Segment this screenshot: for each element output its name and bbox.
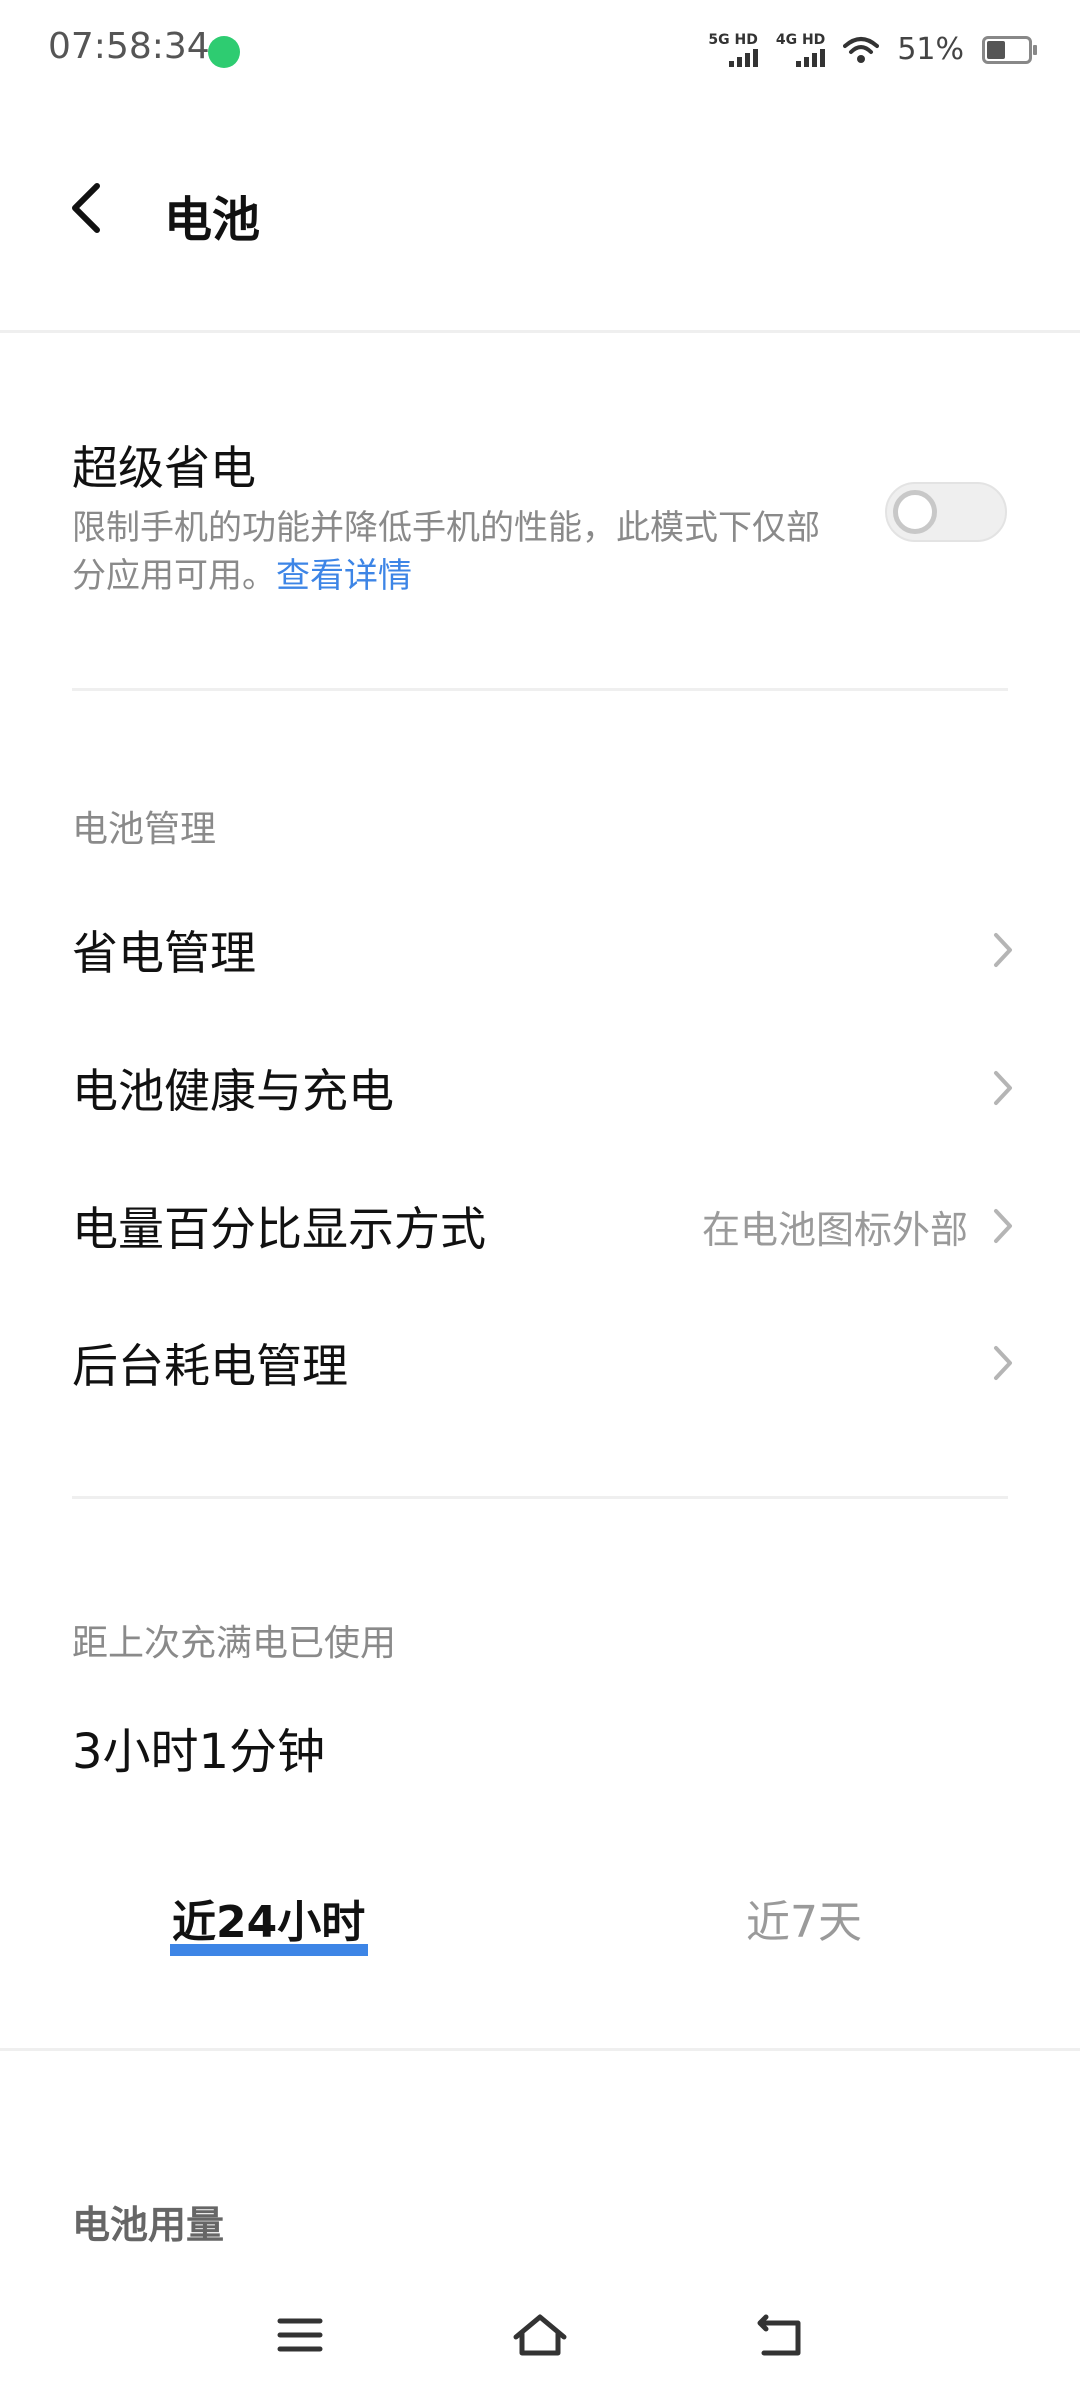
list-item-label: 后台耗电管理 xyxy=(72,1339,348,1393)
section-divider xyxy=(72,688,1008,691)
list-item-label: 省电管理 xyxy=(72,926,256,980)
tab-24-hours[interactable]: 近24小时 xyxy=(172,1886,365,1950)
sim1-signal: 5G HD xyxy=(708,31,758,67)
home-icon xyxy=(513,2314,567,2356)
back-icon xyxy=(757,2314,801,2356)
sim1-network-label: 5G HD xyxy=(708,31,758,48)
tabs-divider xyxy=(0,2048,1080,2051)
signal-bars-icon xyxy=(796,48,826,67)
usage-header: 距上次充满电已使用 xyxy=(72,1623,397,1664)
battery-icon xyxy=(982,35,1037,64)
section-divider xyxy=(72,1496,1008,1499)
battery-usage-title: 电池用量 xyxy=(72,2203,225,2247)
chevron-right-icon xyxy=(988,930,1018,970)
active-tab-indicator xyxy=(170,1944,368,1956)
page-title: 电池 xyxy=(164,192,261,248)
list-item-background-power[interactable]: 后台耗电管理 xyxy=(0,1298,1080,1428)
menu-icon xyxy=(277,2318,323,2352)
super-saver-title: 超级省电 xyxy=(72,441,256,495)
super-saver-description: 限制手机的功能并降低手机的性能，此模式下仅部分应用可用。查看详情 xyxy=(72,504,852,600)
tab-7-days[interactable]: 近7天 xyxy=(746,1886,862,1950)
usage-duration: 3小时1分钟 xyxy=(72,1724,326,1780)
list-item-power-saving[interactable]: 省电管理 xyxy=(0,885,1080,1015)
status-time: 07:58:34 xyxy=(48,26,210,67)
wifi-icon xyxy=(843,36,880,63)
nav-home-button[interactable] xyxy=(500,2300,580,2370)
super-saver-details-link[interactable]: 查看详情 xyxy=(276,556,412,596)
super-saver-description-text: 限制手机的功能并降低手机的性能，此模式下仅部分应用可用。 xyxy=(72,508,820,596)
back-button[interactable] xyxy=(56,172,116,244)
sim2-signal: 4G HD xyxy=(775,31,826,67)
list-item-label: 电量百分比显示方式 xyxy=(72,1202,486,1256)
status-indicators: 5G HD 4G HD 51% xyxy=(708,31,1037,67)
chevron-right-icon xyxy=(988,1206,1018,1246)
nav-menu-button[interactable] xyxy=(260,2300,340,2370)
chevron-right-icon xyxy=(988,1343,1018,1383)
super-saver-toggle[interactable] xyxy=(885,482,1007,542)
chevron-left-icon xyxy=(72,183,100,233)
sim2-network-label: 4G HD xyxy=(775,31,826,48)
toggle-knob xyxy=(893,490,937,534)
list-item-battery-health[interactable]: 电池健康与充电 xyxy=(0,1023,1080,1153)
notification-app-icon xyxy=(208,36,240,68)
header-divider xyxy=(0,330,1080,333)
list-item-value: 在电池图标外部 xyxy=(701,1207,968,1252)
chevron-right-icon xyxy=(988,1068,1018,1108)
battery-management-header: 电池管理 xyxy=(72,809,217,850)
nav-back-button[interactable] xyxy=(740,2300,820,2370)
list-item-label: 电池健康与充电 xyxy=(72,1064,394,1118)
signal-bars-icon xyxy=(728,48,758,67)
battery-percent: 51% xyxy=(897,32,964,67)
list-item-percentage-display[interactable]: 电量百分比显示方式 在电池图标外部 xyxy=(0,1161,1080,1291)
